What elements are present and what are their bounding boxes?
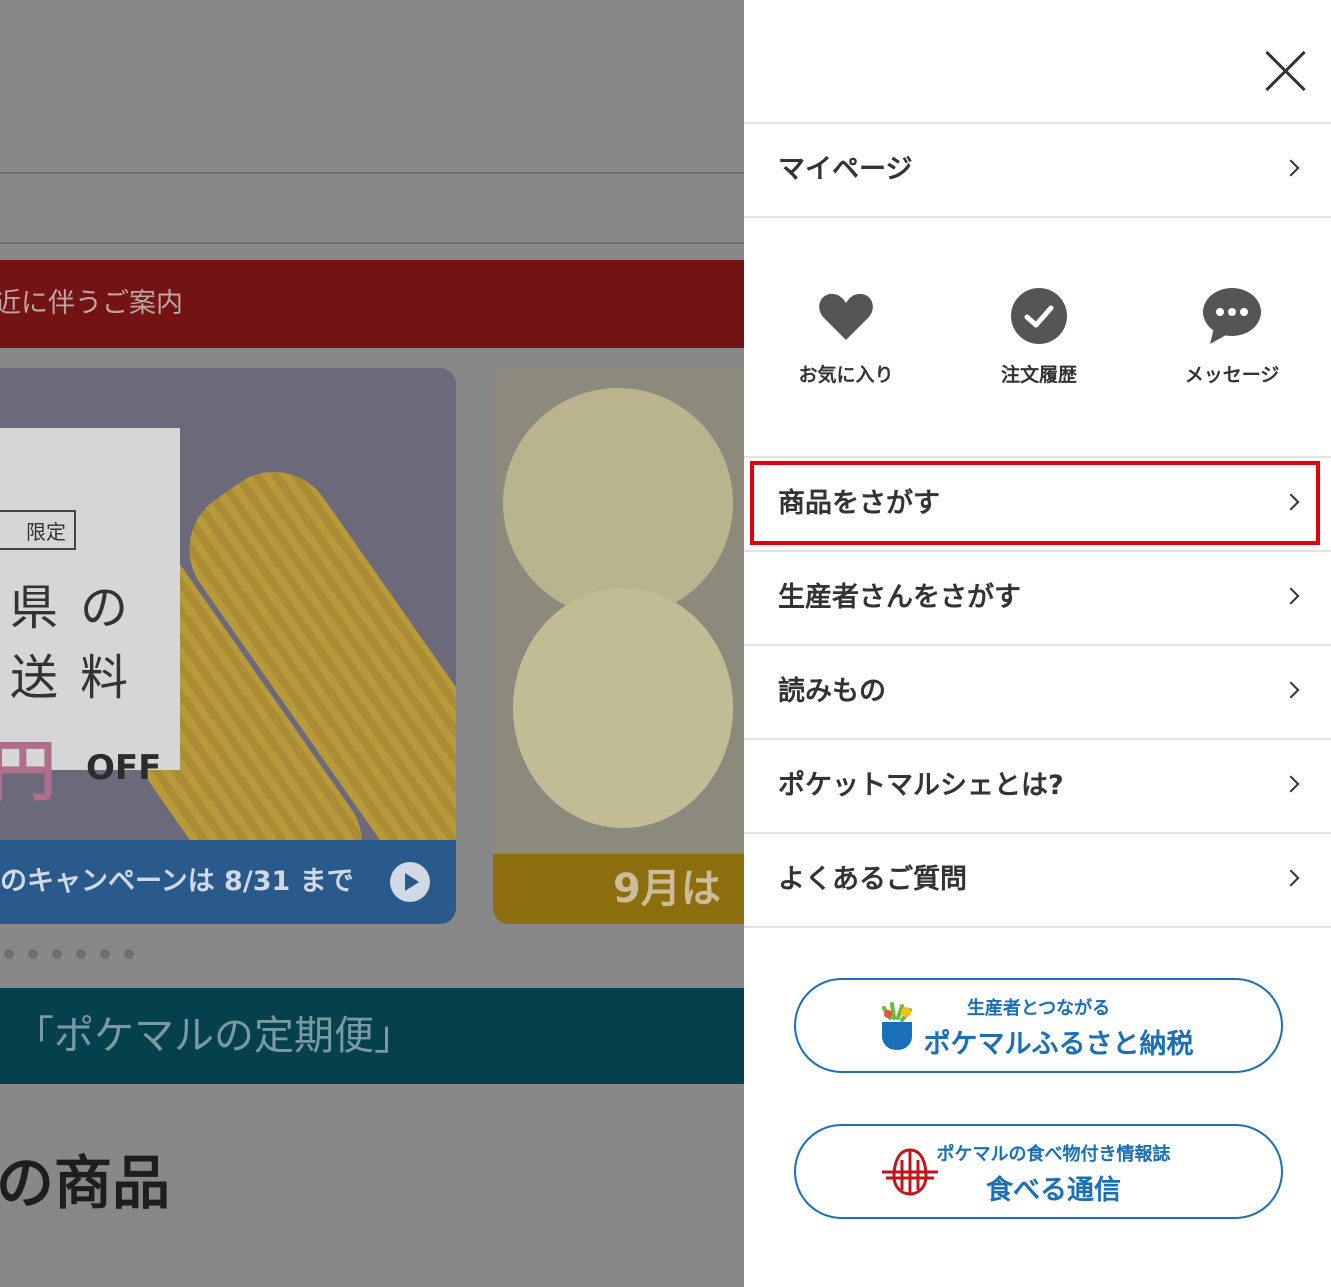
side-drawer: マイページ お気に入り 注文履歴 メッセージ 商品をさがす 生産者さんをさがす … bbox=[744, 0, 1331, 1287]
carousel-dot[interactable] bbox=[124, 949, 134, 959]
taberu-title: 食べる通信 bbox=[986, 1175, 1121, 1206]
divider bbox=[744, 926, 1331, 928]
campaign-footer-text: のキャンペーンは 8/31 まで bbox=[0, 866, 354, 897]
seasonal-card[interactable]: 9月は bbox=[493, 368, 744, 924]
play-icon bbox=[390, 862, 430, 902]
menu-item-about[interactable]: ポケットマルシェとは? bbox=[744, 740, 1331, 832]
furusato-subtitle: 生産者とつながる bbox=[966, 998, 1111, 1019]
divider bbox=[0, 172, 744, 174]
menu-item-articles[interactable]: 読みもの bbox=[744, 646, 1331, 738]
background-page: 近に伴うご案内 限定 県の 送料 円 OFF のキャンペーンは 8/31 まで … bbox=[0, 0, 744, 1287]
menu-item-mypage[interactable]: マイページ bbox=[744, 124, 1331, 216]
chevron-right-icon bbox=[1282, 869, 1300, 887]
highlight-box bbox=[750, 461, 1320, 545]
campaign-line2: 送料 bbox=[10, 650, 151, 706]
carousel-dot[interactable] bbox=[4, 949, 14, 959]
close-icon[interactable] bbox=[1262, 48, 1308, 94]
chevron-right-icon bbox=[1282, 775, 1300, 793]
furusato-title: ポケマルふるさと納税 bbox=[923, 1029, 1194, 1060]
carousel-dot[interactable] bbox=[28, 949, 38, 959]
section-heading: の商品 bbox=[0, 1149, 171, 1217]
campaign-price: 円 bbox=[0, 733, 56, 810]
notice-text: 近に伴うご案内 bbox=[0, 288, 183, 319]
menu-item-faq[interactable]: よくあるご質問 bbox=[744, 834, 1331, 926]
carousel-dot[interactable] bbox=[100, 949, 110, 959]
banner-text: 「ポケマルの定期便」 bbox=[14, 1013, 414, 1059]
chevron-right-icon bbox=[1282, 587, 1300, 605]
subscription-banner[interactable]: 「ポケマルの定期便」 bbox=[0, 988, 744, 1084]
campaign-off: OFF bbox=[86, 748, 162, 788]
taberu-tsushin-button[interactable]: ポケマルの食べ物付き情報誌 食べる通信 bbox=[794, 1124, 1283, 1219]
chevron-right-icon bbox=[1282, 159, 1300, 177]
menu-label: 読みもの bbox=[778, 676, 886, 707]
quick-link-messages[interactable]: メッセージ bbox=[1137, 284, 1327, 387]
campaign-text-box: 限定 県の 送料 円 OFF bbox=[0, 428, 180, 810]
carousel-dot[interactable] bbox=[52, 949, 62, 959]
menu-label: よくあるご質問 bbox=[778, 864, 967, 895]
menu-item-search-producers[interactable]: 生産者さんをさがす bbox=[744, 552, 1331, 644]
menu-label: 生産者さんをさがす bbox=[778, 582, 1021, 613]
carousel-dot[interactable] bbox=[76, 949, 86, 959]
seasonal-footer: 9月は bbox=[493, 854, 744, 924]
campaign-tag: 限定 bbox=[0, 510, 76, 550]
divider bbox=[0, 242, 744, 244]
quick-link-orders[interactable]: 注文履歴 bbox=[944, 284, 1134, 387]
chevron-right-icon bbox=[1282, 681, 1300, 699]
quick-link-favorites[interactable]: お気に入り bbox=[751, 284, 941, 387]
notice-bar[interactable]: 近に伴うご案内 bbox=[0, 260, 744, 348]
pear-image bbox=[503, 388, 733, 618]
quick-link-label: 注文履歴 bbox=[1000, 364, 1077, 386]
taberu-subtitle: ポケマルの食べ物付き情報誌 bbox=[936, 1144, 1171, 1165]
pear-image bbox=[513, 588, 733, 828]
quick-link-label: お気に入り bbox=[798, 364, 894, 386]
quick-link-label: メッセージ bbox=[1184, 364, 1280, 386]
check-circle-icon bbox=[1007, 284, 1071, 348]
heart-icon bbox=[814, 284, 878, 348]
divider bbox=[744, 216, 1331, 218]
furusato-button[interactable]: 生産者とつながる ポケマルふるさと納税 bbox=[794, 978, 1283, 1073]
campaign-line1: 県の bbox=[10, 580, 151, 636]
chat-bubble-icon bbox=[1200, 284, 1264, 348]
campaign-footer: のキャンペーンは 8/31 まで bbox=[0, 840, 456, 924]
menu-label: ポケットマルシェとは? bbox=[778, 770, 1064, 801]
carousel-dots[interactable] bbox=[4, 944, 148, 963]
campaign-card[interactable]: 限定 県の 送料 円 OFF のキャンペーンは 8/31 まで bbox=[0, 368, 456, 924]
menu-label: マイページ bbox=[778, 154, 913, 185]
